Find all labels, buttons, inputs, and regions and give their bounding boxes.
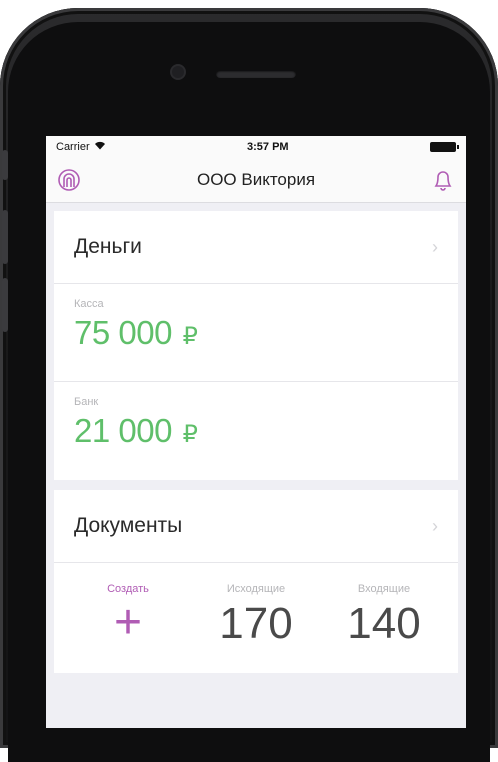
profile-icon[interactable] (56, 167, 82, 193)
section-gap (54, 480, 458, 490)
earpiece-speaker (216, 70, 296, 78)
money-title: Деньги (74, 235, 142, 258)
bank-row[interactable]: Банк 21 000 ₽ (54, 382, 458, 480)
carrier-label: Carrier (56, 141, 90, 153)
app-screen: Carrier 3:57 PM ООО Виктория Деньги › Ка… (46, 136, 466, 728)
status-bar: Carrier 3:57 PM (46, 136, 466, 158)
battery-icon (429, 142, 459, 152)
mute-switch (2, 150, 8, 180)
volume-down-button (2, 278, 8, 332)
create-label: Создать (107, 583, 149, 595)
incoming-count: 140 (347, 599, 421, 648)
outgoing-label: Исходящие (226, 583, 286, 595)
bank-label: Банк (74, 396, 99, 408)
plus-icon: + (113, 596, 143, 649)
cash-label: Касса (74, 298, 104, 310)
ruble-sign: ₽ (182, 421, 198, 448)
cash-amount: 75 000 ₽ (74, 314, 438, 352)
chevron-right-icon: › (432, 515, 438, 536)
cash-row[interactable]: Касса 75 000 ₽ (54, 284, 458, 382)
front-camera (172, 66, 184, 78)
cash-amount-value: 75 000 (74, 314, 172, 351)
money-section-header[interactable]: Деньги › (54, 211, 458, 284)
create-document-button[interactable]: Создать + (64, 583, 192, 673)
documents-stats: Создать + Исходящие 170 Входящие 140 (54, 563, 458, 673)
volume-up-button (2, 210, 8, 264)
outgoing-documents[interactable]: Исходящие 170 (192, 583, 320, 673)
navigation-bar: ООО Виктория (46, 158, 466, 203)
chevron-right-icon: › (432, 236, 438, 257)
clock: 3:57 PM (247, 141, 289, 153)
ruble-sign: ₽ (182, 323, 198, 350)
incoming-label: Входящие (357, 583, 411, 595)
outgoing-count: 170 (219, 599, 293, 648)
bell-icon[interactable] (430, 167, 456, 193)
bank-amount: 21 000 ₽ (74, 412, 438, 450)
company-title: ООО Виктория (196, 170, 316, 189)
bank-amount-value: 21 000 (74, 412, 172, 449)
documents-card: Документы › Создать + Исходящие 170 Вход… (54, 490, 458, 673)
wifi-icon (94, 141, 106, 153)
incoming-documents[interactable]: Входящие 140 (320, 583, 448, 673)
money-card: Деньги › Касса 75 000 ₽ Банк 21 000 ₽ (54, 211, 458, 480)
documents-section-header[interactable]: Документы › (54, 490, 458, 563)
documents-title: Документы (74, 514, 183, 537)
